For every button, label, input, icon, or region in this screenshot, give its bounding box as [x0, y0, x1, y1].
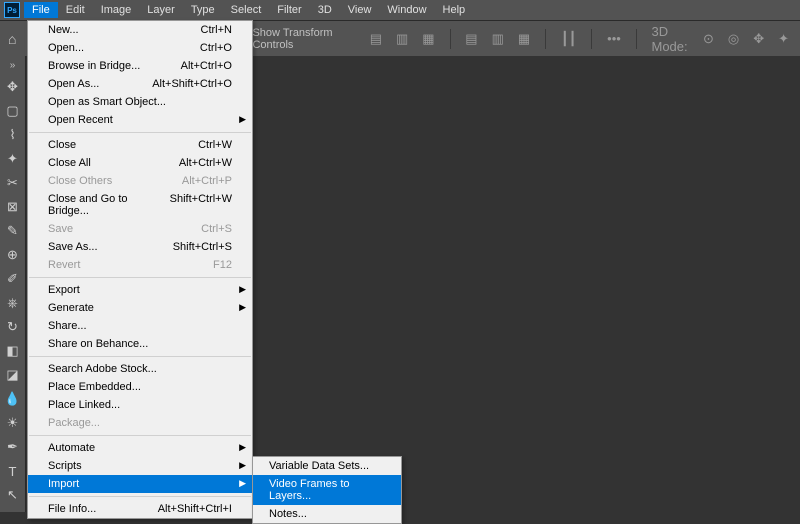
menu-3d[interactable]: 3D — [310, 2, 340, 18]
file-menu-close[interactable]: CloseCtrl+W — [28, 136, 252, 154]
file-menu-export[interactable]: Export▶ — [28, 281, 252, 299]
file-menu-share-on-behance[interactable]: Share on Behance... — [28, 335, 252, 353]
import-video-frames-to-layers[interactable]: Video Frames to Layers... — [253, 475, 401, 505]
crop-tool[interactable]: ✂ — [2, 172, 24, 194]
file-menu-revert: RevertF12 — [28, 256, 252, 274]
dodge-tool[interactable]: ☀ — [2, 412, 24, 434]
align-right-icon[interactable]: ▦ — [419, 31, 437, 47]
separator — [450, 29, 451, 49]
menu-view[interactable]: View — [340, 2, 380, 18]
healing-tool[interactable]: ⊕ — [2, 244, 24, 266]
blur-tool[interactable]: 💧 — [2, 388, 24, 410]
submenu-arrow-icon: ▶ — [239, 442, 246, 453]
submenu-arrow-icon: ▶ — [239, 114, 246, 125]
file-menu-automate[interactable]: Automate▶ — [28, 439, 252, 457]
import-submenu: Variable Data Sets...Video Frames to Lay… — [252, 456, 402, 524]
frame-tool[interactable]: ⊠ — [2, 196, 24, 218]
menu-select[interactable]: Select — [223, 2, 270, 18]
file-menu-close-others: Close OthersAlt+Ctrl+P — [28, 172, 252, 190]
app-icon: Ps — [4, 2, 20, 18]
file-menu-save-as[interactable]: Save As...Shift+Ctrl+S — [28, 238, 252, 256]
align-left-icon[interactable]: ▤ — [367, 31, 385, 47]
collapse-icon[interactable]: » — [10, 60, 16, 71]
file-menu-open-recent[interactable]: Open Recent▶ — [28, 111, 252, 129]
menu-edit[interactable]: Edit — [58, 2, 93, 18]
separator — [591, 29, 592, 49]
separator — [636, 29, 637, 49]
type-tool[interactable]: T — [2, 460, 24, 482]
lasso-tool[interactable]: ⌇ — [2, 124, 24, 146]
separator — [545, 29, 546, 49]
submenu-arrow-icon: ▶ — [239, 478, 246, 489]
file-menu-import[interactable]: Import▶ — [28, 475, 252, 493]
file-menu-search-adobe-stock[interactable]: Search Adobe Stock... — [28, 360, 252, 378]
gradient-tool[interactable]: ◪ — [2, 364, 24, 386]
clone-tool[interactable]: ⎈ — [2, 292, 24, 314]
menu-window[interactable]: Window — [379, 2, 434, 18]
eyedropper-tool[interactable]: ✎ — [2, 220, 24, 242]
submenu-arrow-icon: ▶ — [239, 302, 246, 313]
file-menu-save: SaveCtrl+S — [28, 220, 252, 238]
menu-separator — [29, 435, 251, 436]
brush-tool[interactable]: ✐ — [2, 268, 24, 290]
align-top-icon[interactable]: ▤ — [462, 31, 480, 47]
file-menu-open-as[interactable]: Open As...Alt+Shift+Ctrl+O — [28, 75, 252, 93]
menu-image[interactable]: Image — [93, 2, 140, 18]
submenu-arrow-icon: ▶ — [239, 284, 246, 295]
3d-pan-icon[interactable]: ✥ — [750, 31, 767, 47]
tool-palette: » ✥ ▢ ⌇ ✦ ✂ ⊠ ✎ ⊕ ✐ ⎈ ↻ ◧ ◪ 💧 ☀ ✒ T ↖ — [0, 56, 26, 512]
menubar: Ps FileEditImageLayerTypeSelectFilter3DV… — [0, 0, 800, 20]
submenu-arrow-icon: ▶ — [239, 460, 246, 471]
file-menu-open[interactable]: Open...Ctrl+O — [28, 39, 252, 57]
menu-separator — [29, 132, 251, 133]
file-menu-close-all[interactable]: Close AllAlt+Ctrl+W — [28, 154, 252, 172]
menu-separator — [29, 356, 251, 357]
magic-wand-tool[interactable]: ✦ — [2, 148, 24, 170]
file-menu-close-and-go-to-bridge[interactable]: Close and Go to Bridge...Shift+Ctrl+W — [28, 190, 252, 220]
eraser-tool[interactable]: ◧ — [2, 340, 24, 362]
file-menu-open-as-smart-object[interactable]: Open as Smart Object... — [28, 93, 252, 111]
marquee-tool[interactable]: ▢ — [2, 100, 24, 122]
distribute-icon[interactable]: ┃┃ — [558, 31, 580, 47]
menu-file[interactable]: File — [24, 2, 58, 18]
menu-separator — [29, 496, 251, 497]
file-menu-new[interactable]: New...Ctrl+N — [28, 21, 252, 39]
menu-filter[interactable]: Filter — [269, 2, 309, 18]
menu-help[interactable]: Help — [435, 2, 474, 18]
menu-layer[interactable]: Layer — [139, 2, 183, 18]
home-icon[interactable]: ⌂ — [8, 31, 16, 47]
file-menu-share[interactable]: Share... — [28, 317, 252, 335]
align-center-h-icon[interactable]: ▥ — [393, 31, 411, 47]
3d-orbit-icon[interactable]: ⊙ — [700, 31, 717, 47]
file-menu-place-embedded[interactable]: Place Embedded... — [28, 378, 252, 396]
more-icon[interactable]: ••• — [604, 31, 624, 46]
file-menu-scripts[interactable]: Scripts▶ — [28, 457, 252, 475]
path-tool[interactable]: ↖ — [2, 484, 24, 506]
menu-type[interactable]: Type — [183, 2, 223, 18]
move-tool[interactable]: ✥ — [2, 76, 24, 98]
file-menu-file-info[interactable]: File Info...Alt+Shift+Ctrl+I — [28, 500, 252, 518]
file-menu-package: Package... — [28, 414, 252, 432]
import-notes: Notes... — [253, 505, 401, 523]
align-bottom-icon[interactable]: ▦ — [515, 31, 533, 47]
3d-roll-icon[interactable]: ◎ — [725, 31, 742, 47]
align-middle-icon[interactable]: ▥ — [489, 31, 507, 47]
file-menu-generate[interactable]: Generate▶ — [28, 299, 252, 317]
file-menu-dropdown: New...Ctrl+NOpen...Ctrl+OBrowse in Bridg… — [27, 20, 253, 519]
menu-separator — [29, 277, 251, 278]
show-transform-controls-label[interactable]: Show Transform Controls — [252, 27, 366, 51]
file-menu-place-linked[interactable]: Place Linked... — [28, 396, 252, 414]
file-menu-browse-in-bridge[interactable]: Browse in Bridge...Alt+Ctrl+O — [28, 57, 252, 75]
3d-mode-label: 3D Mode: — [648, 24, 691, 54]
import-variable-data-sets: Variable Data Sets... — [253, 457, 401, 475]
3d-slide-icon[interactable]: ✦ — [775, 31, 792, 47]
pen-tool[interactable]: ✒ — [2, 436, 24, 458]
history-brush-tool[interactable]: ↻ — [2, 316, 24, 338]
